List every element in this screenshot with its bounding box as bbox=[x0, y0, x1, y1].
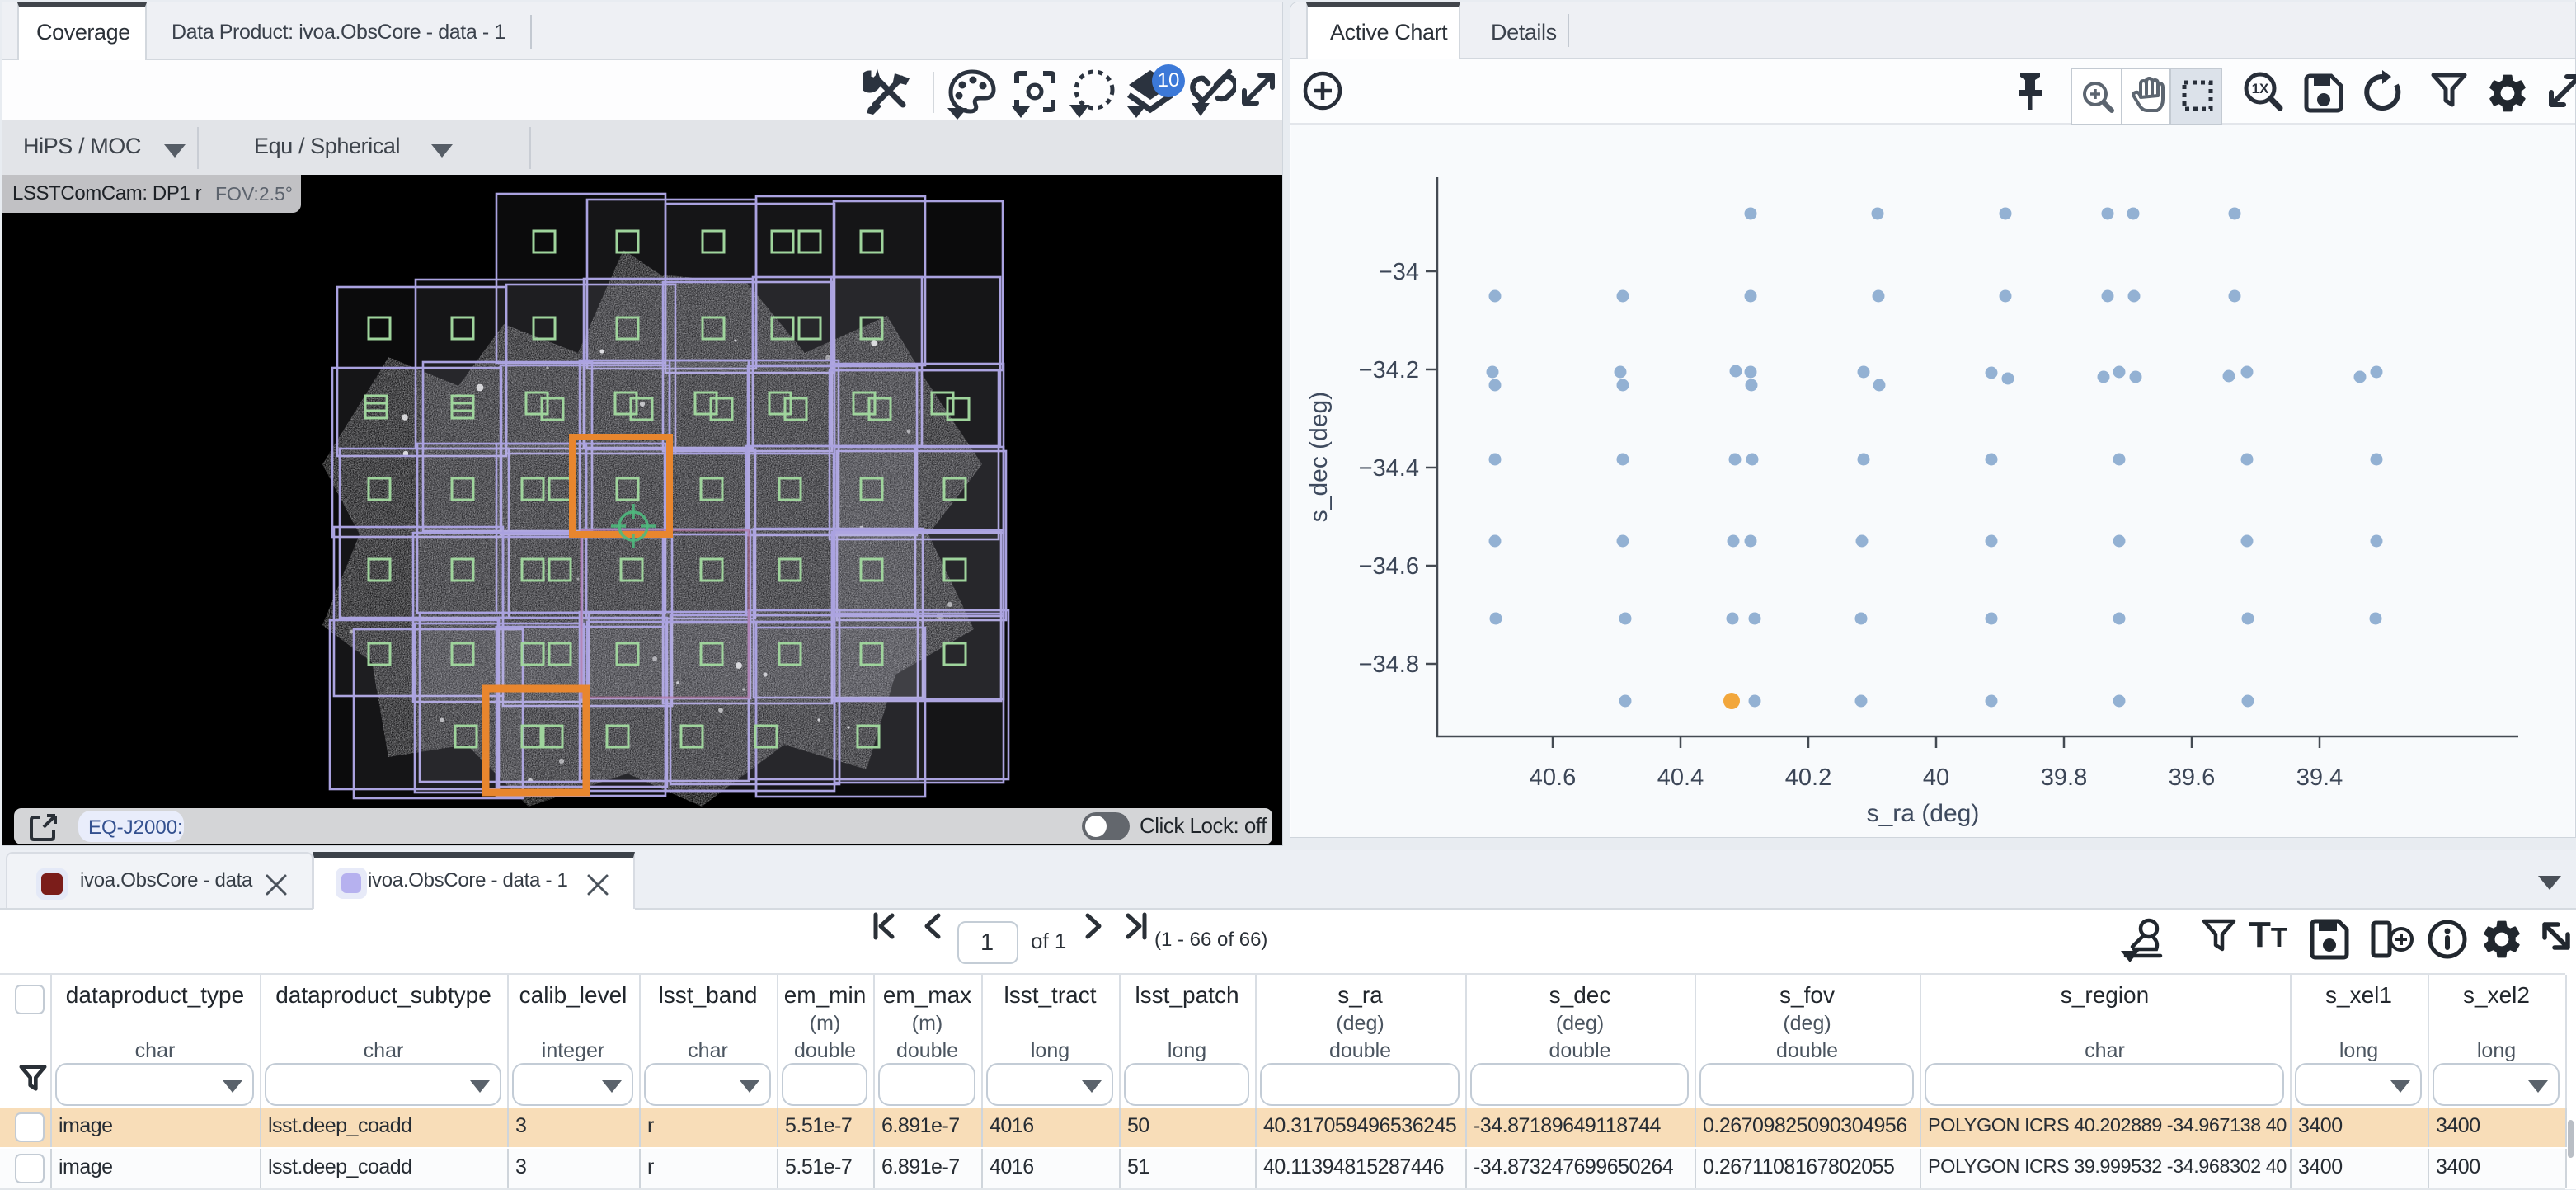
svg-text:s_dec (deg): s_dec (deg) bbox=[1305, 392, 1333, 522]
svg-text:−34.4: −34.4 bbox=[1359, 455, 1419, 482]
svg-text:−34: −34 bbox=[1379, 259, 1419, 285]
svg-text:1X: 1X bbox=[2252, 81, 2269, 96]
svg-text:39.8: 39.8 bbox=[2041, 764, 2087, 791]
svg-text:39.4: 39.4 bbox=[2296, 764, 2343, 791]
svg-text:−34.6: −34.6 bbox=[1359, 553, 1419, 580]
svg-text:s_ra (deg): s_ra (deg) bbox=[1867, 800, 1980, 827]
svg-text:40: 40 bbox=[1923, 764, 1949, 791]
svg-text:40.6: 40.6 bbox=[1530, 764, 1576, 791]
svg-text:40.2: 40.2 bbox=[1785, 764, 1831, 791]
svg-text:39.6: 39.6 bbox=[2169, 764, 2215, 791]
svg-text:40.4: 40.4 bbox=[1657, 764, 1704, 791]
svg-text:−34.2: −34.2 bbox=[1359, 357, 1419, 383]
svg-text:−34.8: −34.8 bbox=[1359, 651, 1419, 678]
